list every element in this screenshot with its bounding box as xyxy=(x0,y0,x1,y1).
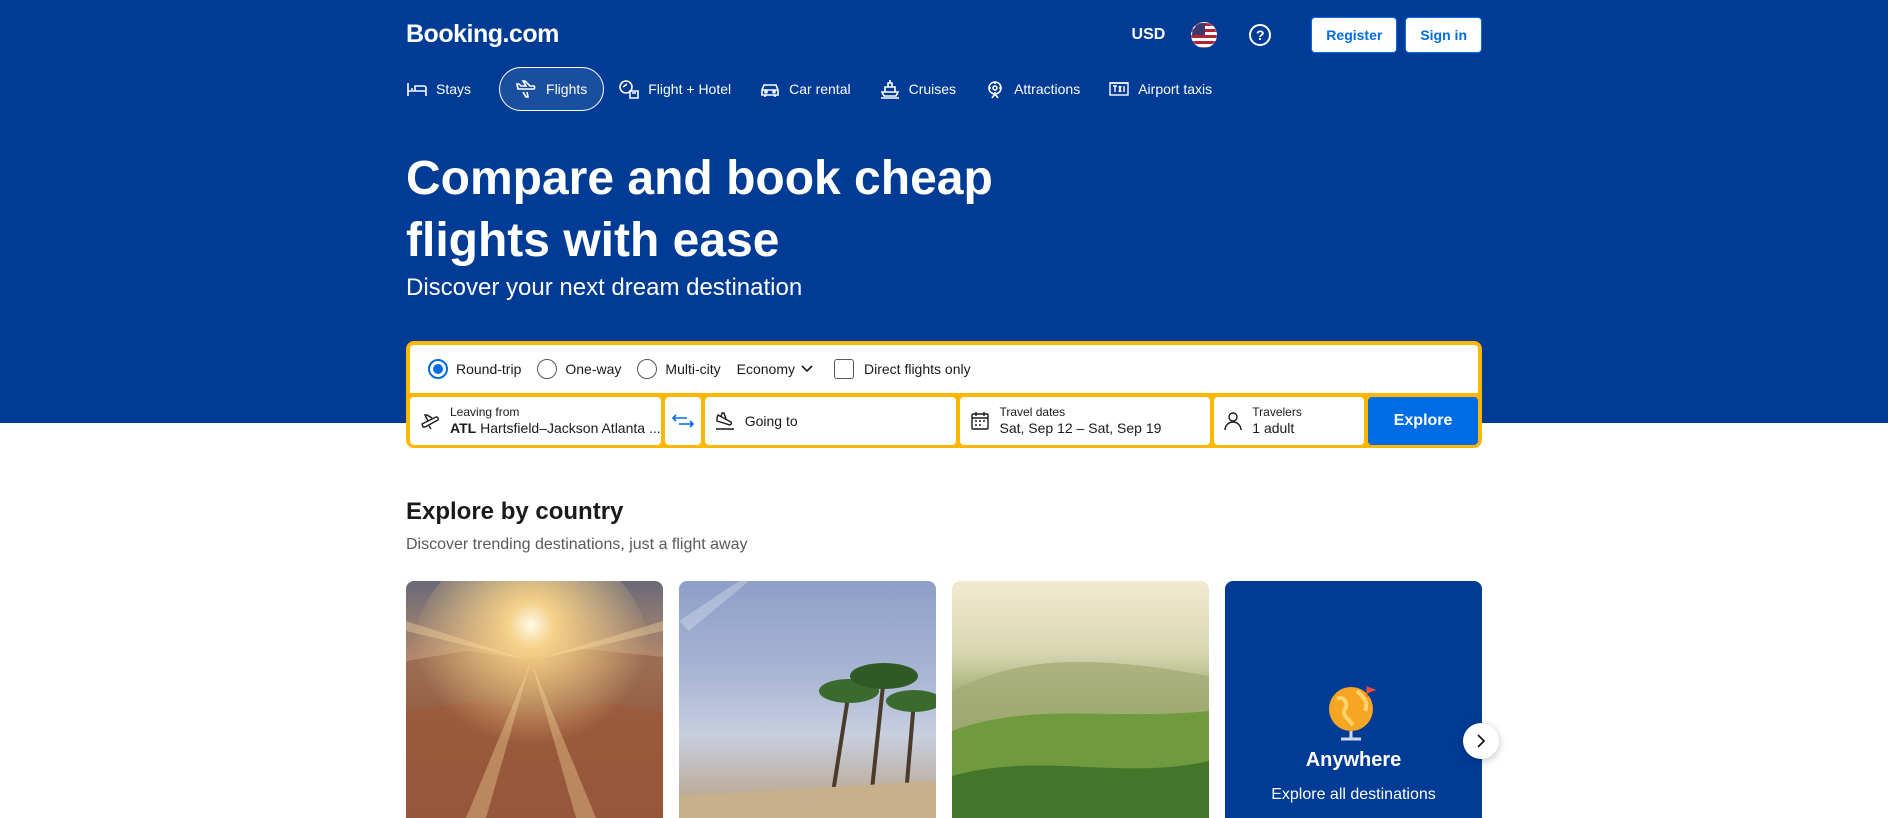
globe-icon xyxy=(1329,686,1377,741)
ship-icon xyxy=(880,80,899,99)
nav-item-car-rental[interactable]: Car rental xyxy=(759,67,864,111)
nav-item-stays[interactable]: Stays xyxy=(406,67,485,111)
nav-item-cruises[interactable]: Cruises xyxy=(879,67,970,111)
nav-item-label: Stays xyxy=(436,81,472,97)
nav-item-flights[interactable]: Flights xyxy=(499,67,605,111)
nav-item-label: Attractions xyxy=(1014,81,1081,97)
person-icon xyxy=(1224,412,1242,431)
anywhere-title: Anywhere xyxy=(1305,749,1402,771)
booking-logo[interactable]: Booking.com xyxy=(406,20,559,49)
language-flag-icon[interactable] xyxy=(1191,22,1218,48)
sunburst-photo xyxy=(406,581,663,818)
attractions-icon xyxy=(988,81,1002,99)
bed-icon xyxy=(407,83,427,96)
taxi-icon xyxy=(1109,82,1129,96)
header-actions: USD ? Register Sign in xyxy=(1132,17,1482,53)
chevron-right-icon xyxy=(1477,734,1486,748)
green-hills-photo xyxy=(952,661,1209,818)
flight-hotel-icon xyxy=(619,80,640,99)
explore-button[interactable]: Explore xyxy=(1368,397,1479,445)
going-to-field[interactable]: Going to xyxy=(704,397,956,445)
flight-search-box: Round-trip One-way Multi-city Economy Di… xyxy=(406,341,1482,448)
search-fields: Leaving from ATL Hartsfield–Jackson Atla… xyxy=(410,397,1479,445)
carousel-next-button[interactable] xyxy=(1463,723,1499,759)
anywhere-description: Explore all destinations xyxy=(1271,786,1436,803)
product-nav: Stays Flights Flight + Hotel Car rental … xyxy=(406,67,1240,111)
chevron-down-icon xyxy=(801,365,813,373)
nav-item-label: Car rental xyxy=(789,81,851,97)
arrival-plane-icon xyxy=(715,412,734,430)
search-options: Round-trip One-way Multi-city Economy Di… xyxy=(410,345,1478,393)
trip-type-multi-city[interactable]: Multi-city xyxy=(637,359,721,379)
direct-flights-checkbox[interactable]: Direct flights only xyxy=(834,359,971,379)
section-title: Explore by country xyxy=(406,498,624,525)
car-icon xyxy=(761,84,779,97)
destination-card-anywhere[interactable]: Anywhere Explore all destinations xyxy=(1225,581,1482,818)
swap-locations-button[interactable] xyxy=(664,397,701,445)
currency-selector[interactable]: USD xyxy=(1132,26,1166,44)
trip-type-one-way[interactable]: One-way xyxy=(537,359,621,379)
signin-button[interactable]: Sign in xyxy=(1405,17,1482,53)
nav-item-label: Airport taxis xyxy=(1138,81,1213,97)
plane-icon xyxy=(516,80,536,98)
page-subtitle: Discover your next dream destination xyxy=(406,274,803,301)
nav-item-attractions[interactable]: Attractions xyxy=(984,67,1094,111)
nav-item-airport-taxis[interactable]: Airport taxis xyxy=(1108,67,1226,111)
travelers-field[interactable]: Travelers 1 adult xyxy=(1214,397,1365,445)
help-icon[interactable]: ? xyxy=(1249,24,1272,46)
trip-type-round-trip[interactable]: Round-trip xyxy=(428,359,521,379)
destination-card-hills[interactable] xyxy=(952,581,1209,818)
destination-card-canyon[interactable] xyxy=(406,581,663,818)
nav-item-label: Cruises xyxy=(908,81,957,97)
cabin-class-select[interactable]: Economy xyxy=(737,361,814,377)
register-button[interactable]: Register xyxy=(1311,17,1398,53)
swap-arrows-icon xyxy=(671,414,694,428)
palm-beach-photo xyxy=(679,581,936,818)
page-title: Compare and book cheap flights with ease xyxy=(406,152,993,267)
nav-item-flight-hotel[interactable]: Flight + Hotel xyxy=(618,67,745,111)
calendar-icon xyxy=(970,412,989,430)
nav-item-label: Flight + Hotel xyxy=(648,81,732,97)
departure-plane-icon xyxy=(421,414,439,430)
leaving-from-field[interactable]: Leaving from ATL Hartsfield–Jackson Atla… xyxy=(410,397,661,445)
section-subtitle: Discover trending destinations, just a f… xyxy=(406,536,748,553)
travel-dates-field[interactable]: Travel dates Sat, Sep 12 – Sat, Sep 19 xyxy=(959,397,1211,445)
destination-card-beach[interactable] xyxy=(679,581,936,818)
nav-item-label: Flights xyxy=(546,81,588,97)
